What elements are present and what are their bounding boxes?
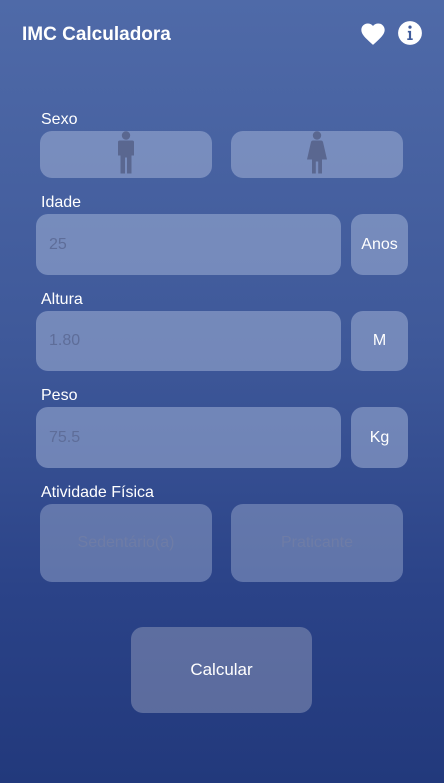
altura-unit: M [372,332,387,349]
sexo-label: Sexo [41,111,78,128]
peso-unit: Kg [369,428,390,446]
activity-active-label: Praticante [280,534,354,551]
heart-icon[interactable] [359,20,387,48]
peso-value: 75.5 [49,428,81,446]
peso-label: Peso [41,387,78,404]
male-icon [115,130,137,179]
altura-label: Altura [41,291,83,308]
sex-female-button[interactable] [231,130,403,179]
idade-input[interactable]: 25 [36,214,341,275]
altura-value: 1.80 [49,332,81,349]
calculate-button[interactable]: Calcular [131,627,312,713]
activity-sedentary-label: Sedentário(a) [77,534,175,551]
altura-unit-badge: M [351,311,408,371]
sex-male-button[interactable] [40,130,212,179]
atividade-label: Atividade Física [41,484,154,501]
info-icon[interactable] [397,20,423,46]
activity-active-button[interactable]: Praticante [231,504,403,582]
peso-unit-badge: Kg [351,407,408,468]
female-icon [305,130,329,179]
app-bar: IMC Calculadora [0,0,444,70]
activity-sedentary-button[interactable]: Sedentário(a) [40,504,212,582]
app-title: IMC Calculadora [22,24,171,45]
calculate-label: Calcular [190,660,253,679]
idade-unit: Anos [361,235,398,253]
altura-input[interactable]: 1.80 [36,311,341,371]
idade-unit-badge: Anos [351,214,408,275]
peso-input[interactable]: 75.5 [36,407,341,468]
idade-label: Idade [41,194,82,211]
idade-value: 25 [49,235,67,253]
